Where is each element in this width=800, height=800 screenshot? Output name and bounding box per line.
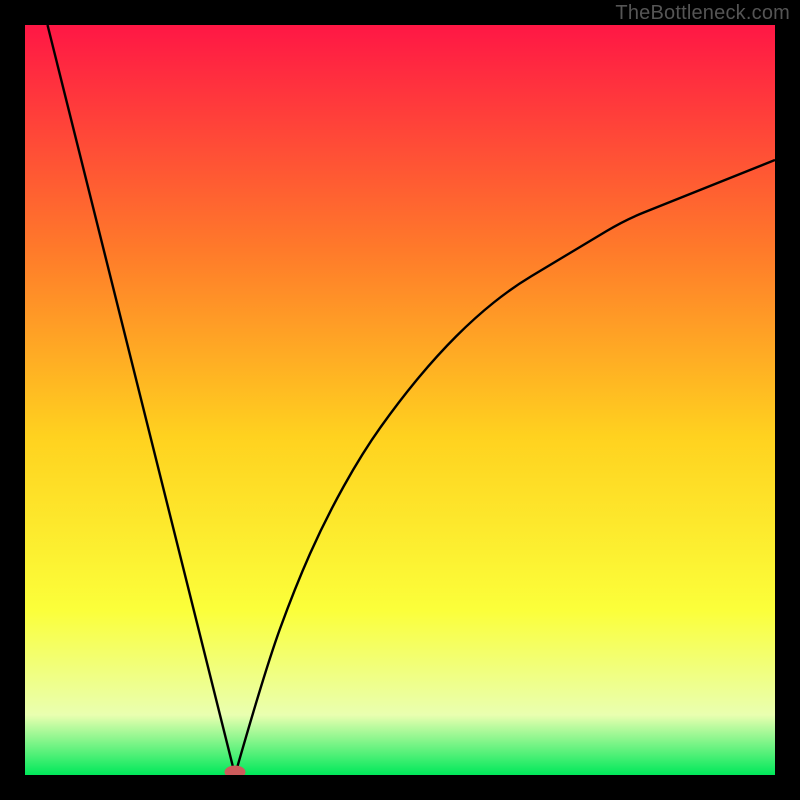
plot-area xyxy=(25,25,775,775)
trough-marker xyxy=(225,766,245,775)
plot-svg xyxy=(25,25,775,775)
watermark-text: TheBottleneck.com xyxy=(615,2,790,25)
chart-frame: TheBottleneck.com xyxy=(0,0,800,800)
